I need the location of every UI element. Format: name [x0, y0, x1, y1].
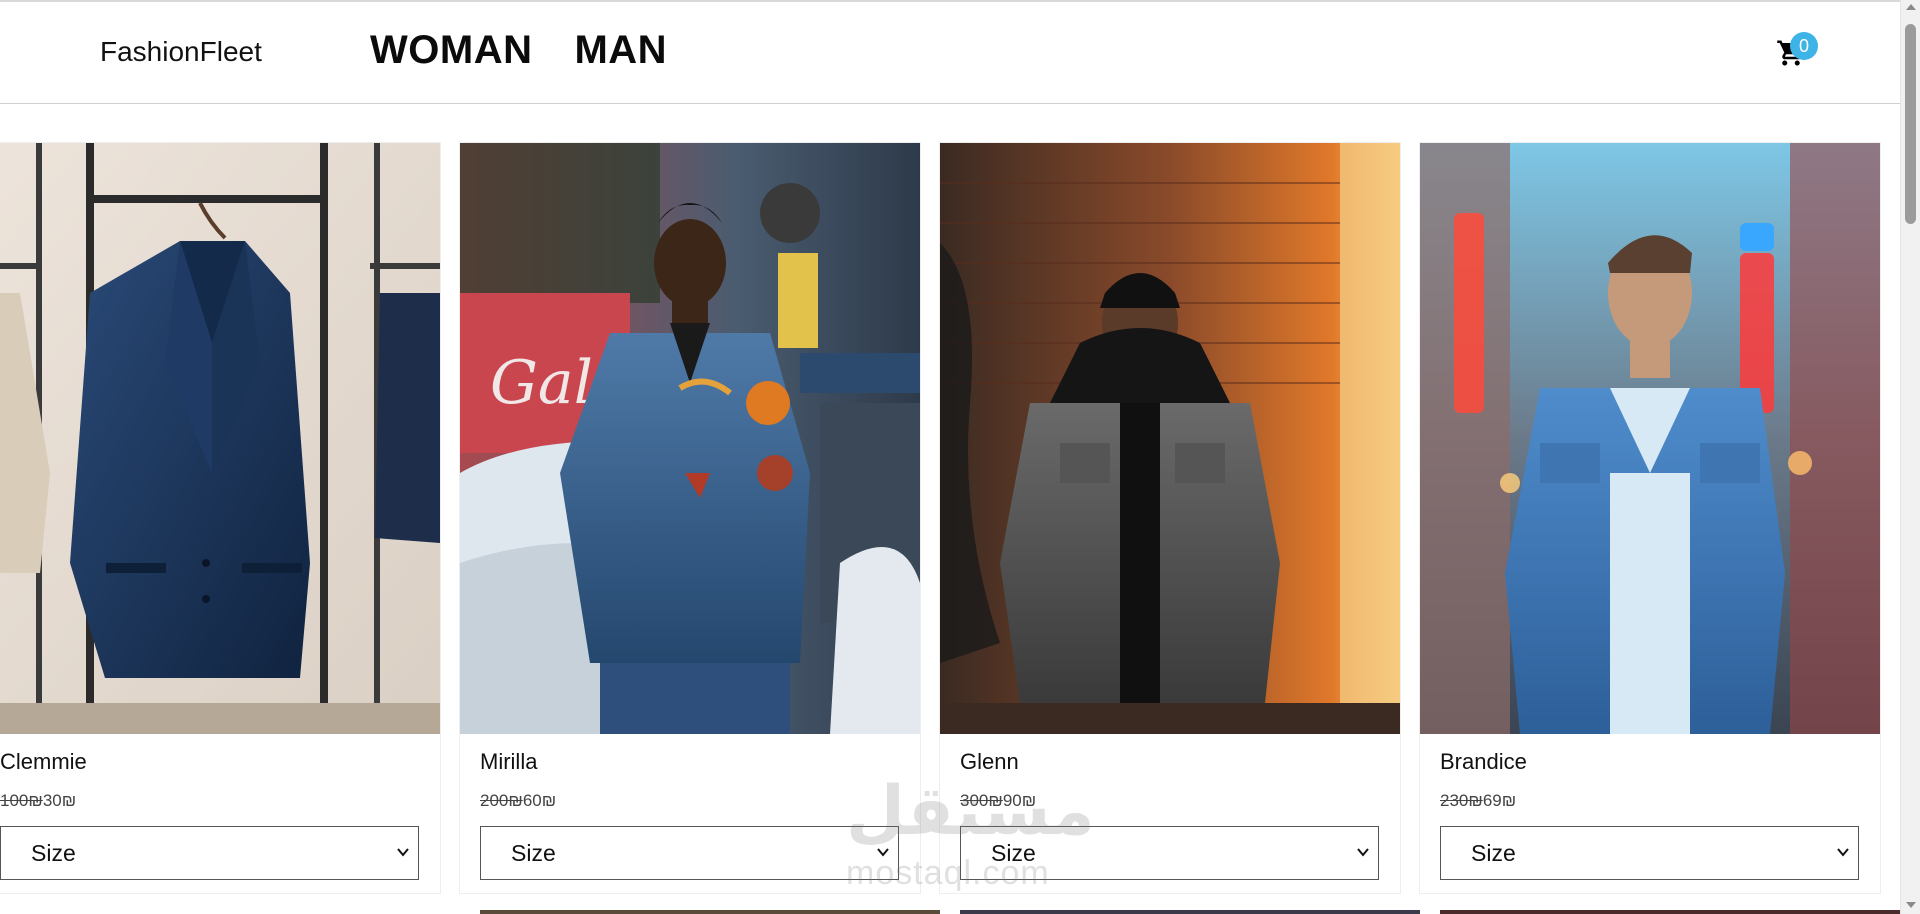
- main-nav: WOMAN MAN: [370, 28, 667, 73]
- product-image[interactable]: [940, 143, 1400, 734]
- chevron-down-icon: [1837, 848, 1849, 857]
- size-select-label: Size: [511, 840, 556, 866]
- product-card[interactable]: Glenn 300₪90₪ Size: [940, 143, 1400, 893]
- scroll-up-arrow-icon[interactable]: [1906, 4, 1916, 10]
- cart-count-badge: 0: [1790, 32, 1818, 60]
- size-select[interactable]: Size: [1440, 826, 1859, 880]
- product-name: Glenn: [960, 749, 1019, 774]
- sale-price: 60₪: [522, 791, 557, 810]
- sale-price: 90₪: [1002, 791, 1037, 810]
- navy-blazer-image: [0, 143, 440, 734]
- original-price: 200₪: [480, 791, 523, 810]
- scrollbar-thumb[interactable]: [1905, 24, 1916, 224]
- chevron-down-icon: [397, 848, 409, 857]
- sale-price: 30₪: [42, 791, 77, 810]
- product-price: 230₪69₪: [1440, 791, 1516, 811]
- original-price: 300₪: [960, 791, 1003, 810]
- next-row-image-peek: [1440, 910, 1900, 914]
- next-row-image-peek: [960, 910, 1420, 914]
- nav-woman[interactable]: WOMAN: [370, 28, 532, 73]
- product-image[interactable]: [0, 143, 440, 734]
- size-select-label: Size: [991, 840, 1036, 866]
- product-name: Mirilla: [480, 749, 538, 774]
- product-image[interactable]: [1420, 143, 1880, 734]
- size-select[interactable]: Size: [480, 826, 899, 880]
- nav-man[interactable]: MAN: [574, 28, 667, 73]
- product-price: 200₪60₪: [480, 791, 556, 811]
- original-price: 230₪: [1440, 791, 1483, 810]
- product-price: 100₪30₪: [0, 791, 76, 811]
- site-header: FashionFleet WOMAN MAN 0: [0, 2, 1900, 104]
- size-select-label: Size: [31, 840, 76, 866]
- cart-button[interactable]: 0: [1772, 32, 1820, 76]
- grey-denim-jacket-image: [940, 143, 1400, 734]
- blue-denim-jacket-image: [1420, 143, 1880, 734]
- product-card[interactable]: Brandice 230₪69₪ Size: [1420, 143, 1880, 893]
- vertical-scrollbar[interactable]: [1900, 0, 1920, 914]
- denim-jacket-patches-image: Galery: [460, 143, 920, 734]
- page: FashionFleet WOMAN MAN 0 Clemmie 100₪30₪…: [0, 0, 1920, 914]
- sale-price: 69₪: [1482, 791, 1517, 810]
- product-card[interactable]: Clemmie 100₪30₪ Size: [0, 143, 440, 893]
- product-image[interactable]: Galery: [460, 143, 920, 734]
- scroll-down-arrow-icon[interactable]: [1906, 902, 1916, 908]
- product-card[interactable]: Galery Mirilla 200₪60₪ Size: [460, 143, 920, 893]
- next-row-image-peek: [480, 910, 940, 914]
- size-select[interactable]: Size: [960, 826, 1379, 880]
- chevron-down-icon: [1357, 848, 1369, 857]
- chevron-down-icon: [877, 848, 889, 857]
- original-price: 100₪: [0, 791, 43, 810]
- product-grid: Clemmie 100₪30₪ Size Galery Mirilla 200₪…: [0, 143, 1900, 914]
- size-select-label: Size: [1471, 840, 1516, 866]
- product-price: 300₪90₪: [960, 791, 1036, 811]
- product-name: Clemmie: [0, 749, 87, 774]
- size-select[interactable]: Size: [0, 826, 419, 880]
- product-name: Brandice: [1440, 749, 1527, 774]
- brand-logo[interactable]: FashionFleet: [100, 36, 262, 68]
